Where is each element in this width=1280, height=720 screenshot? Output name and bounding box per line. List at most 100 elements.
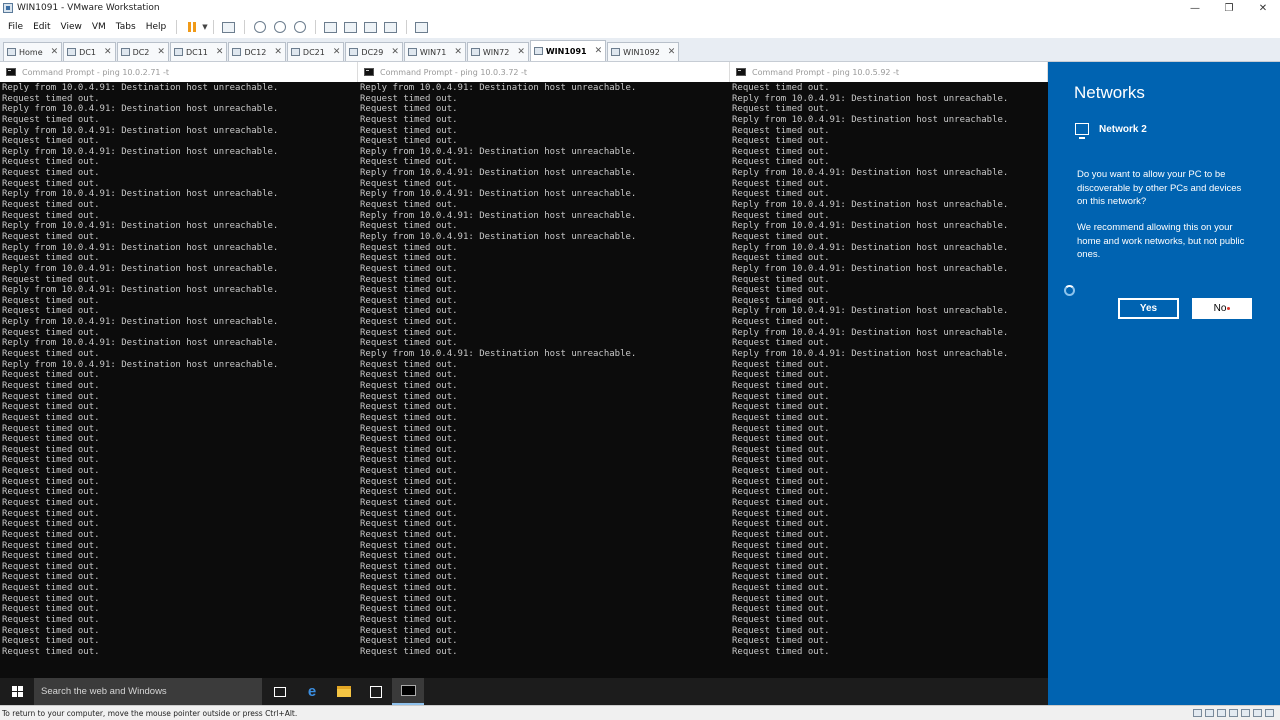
usb-icon[interactable]	[1229, 709, 1238, 717]
restore-button[interactable]: ❐	[1212, 0, 1246, 16]
task-view-button[interactable]	[264, 678, 296, 705]
show-library-icon[interactable]	[322, 18, 340, 36]
thumbnail-bar-icon[interactable]	[342, 18, 360, 36]
vm-icon	[173, 48, 183, 56]
close-icon[interactable]: ✕	[454, 47, 462, 57]
search-placeholder: Search the web and Windows	[41, 686, 167, 697]
console-view-icon[interactable]	[413, 18, 431, 36]
tab-win72[interactable]: WIN72 ✕	[466, 42, 529, 61]
tab-dc12[interactable]: DC12 ✕	[228, 42, 286, 61]
recommendation-text: We recommend allowing this on your home …	[1077, 222, 1245, 260]
console-line: Request timed out.	[360, 593, 458, 604]
start-button[interactable]	[0, 678, 34, 705]
menu-view[interactable]: View	[56, 22, 87, 32]
sound-icon[interactable]	[1241, 709, 1250, 717]
console-line: Request timed out.	[2, 391, 100, 402]
snapshot-icon[interactable]	[251, 18, 269, 36]
close-icon[interactable]: ✕	[517, 47, 525, 57]
status-bar: To return to your computer, move the mou…	[0, 705, 1280, 720]
console-line: Request timed out.	[732, 466, 830, 477]
console-line: Request timed out.	[732, 285, 830, 296]
tab-dc1[interactable]: DC1 ✕	[63, 42, 116, 61]
networks-flyout: Networks Network 2 Do you want to allow …	[1048, 62, 1280, 705]
network-adapter-icon[interactable]	[1217, 709, 1226, 717]
console-line: Request timed out.	[732, 561, 830, 572]
display-icon[interactable]	[1253, 709, 1262, 717]
console-line: Request timed out.	[2, 497, 100, 508]
tab-dc29[interactable]: DC29 ✕	[345, 42, 403, 61]
console-line: Reply from 10.0.4.91: Destination host u…	[2, 359, 279, 370]
close-icon[interactable]: ✕	[104, 47, 112, 57]
hard-disk-icon[interactable]	[1193, 709, 1202, 717]
store-button[interactable]	[360, 678, 392, 705]
tab-dc11[interactable]: DC11 ✕	[169, 42, 228, 61]
tab-win71[interactable]: WIN71 ✕	[403, 42, 466, 61]
chevron-down-icon[interactable]: ▼	[202, 23, 207, 31]
console-line: Reply from 10.0.4.91: Destination host u…	[360, 189, 637, 200]
no-button[interactable]: No	[1192, 298, 1252, 319]
menu-vm[interactable]: VM	[87, 22, 111, 32]
console-line: Request timed out.	[360, 125, 458, 136]
menu-edit[interactable]: Edit	[28, 22, 55, 32]
console-line: Reply from 10.0.4.91: Destination host u…	[360, 349, 637, 360]
unity-icon[interactable]	[382, 18, 400, 36]
close-icon[interactable]: ✕	[157, 47, 165, 57]
console-line: Request timed out.	[2, 370, 100, 381]
menu-tabs[interactable]: Tabs	[111, 22, 141, 32]
tab-label: WIN1092	[623, 47, 660, 57]
tab-win1091[interactable]: WIN1091 ✕	[529, 40, 607, 61]
discoverable-question: Do you want to allow your PC to be disco…	[1077, 169, 1242, 207]
close-icon[interactable]: ✕	[216, 47, 224, 57]
command-prompt-window[interactable]: Command Prompt - ping 10.0.5.92 -t Reque…	[730, 62, 1048, 678]
send-ctrl-alt-del-icon[interactable]	[220, 18, 238, 36]
close-icon[interactable]: ✕	[595, 46, 603, 56]
console-line: Request timed out.	[2, 327, 100, 338]
console-line: Request timed out.	[2, 583, 100, 594]
command-prompt-window[interactable]: Command Prompt - ping 10.0.2.71 -t Reply…	[0, 62, 358, 678]
revert-snapshot-icon[interactable]	[271, 18, 289, 36]
snapshot-manager-icon[interactable]	[291, 18, 309, 36]
console-line: Request timed out.	[732, 146, 830, 157]
close-icon[interactable]: ✕	[668, 47, 676, 57]
close-icon[interactable]: ✕	[51, 47, 59, 57]
file-explorer-button[interactable]	[328, 678, 360, 705]
full-screen-icon[interactable]	[362, 18, 380, 36]
tab-win1092[interactable]: WIN1092 ✕	[607, 42, 680, 61]
console-output: Reply from 10.0.4.91: Destination host u…	[0, 82, 358, 659]
console-line: Request timed out.	[2, 136, 100, 147]
vm-icon	[120, 48, 130, 56]
vm-icon	[407, 48, 417, 56]
console-line: Request timed out.	[2, 157, 100, 168]
close-button[interactable]: ✕	[1246, 0, 1280, 16]
menu-file[interactable]: File	[3, 22, 28, 32]
cd-drive-icon[interactable]	[1205, 709, 1214, 717]
command-prompt-window[interactable]: Command Prompt - ping 10.0.3.72 -t Reply…	[358, 62, 730, 678]
vm-screen[interactable]: Command Prompt - ping 10.0.2.71 -t Reply…	[0, 62, 1280, 705]
close-icon[interactable]: ✕	[274, 47, 282, 57]
edge-button[interactable]: e	[296, 678, 328, 705]
console-line: Request timed out.	[732, 636, 830, 647]
menu-help[interactable]: Help	[141, 22, 172, 32]
yes-button[interactable]: Yes	[1118, 298, 1179, 319]
pause-icon[interactable]	[183, 18, 201, 36]
console-line: Request timed out.	[2, 487, 100, 498]
cmd-icon	[400, 685, 416, 696]
tab-home[interactable]: Home ✕	[3, 42, 63, 61]
message-icon[interactable]	[1265, 709, 1274, 717]
close-icon[interactable]: ✕	[333, 47, 341, 57]
yes-label: Yes	[1139, 303, 1158, 314]
minimize-button[interactable]: —	[1178, 0, 1212, 16]
console-line: Request timed out.	[360, 285, 458, 296]
command-prompt-taskbar-button[interactable]	[392, 678, 424, 705]
no-label: No	[1213, 303, 1227, 314]
tab-dc2[interactable]: DC2 ✕	[116, 42, 169, 61]
console-line: Reply from 10.0.4.91: Destination host u…	[732, 168, 1009, 179]
vm-icon	[470, 48, 480, 56]
console-line: Request timed out.	[732, 189, 830, 200]
close-icon[interactable]: ✕	[391, 47, 399, 57]
search-box[interactable]: Search the web and Windows	[34, 678, 262, 705]
tab-dc21[interactable]: DC21 ✕	[286, 42, 345, 61]
console-line: Request timed out.	[360, 93, 458, 104]
console-line: Request timed out.	[2, 306, 100, 317]
console-line: Request timed out.	[360, 200, 458, 211]
